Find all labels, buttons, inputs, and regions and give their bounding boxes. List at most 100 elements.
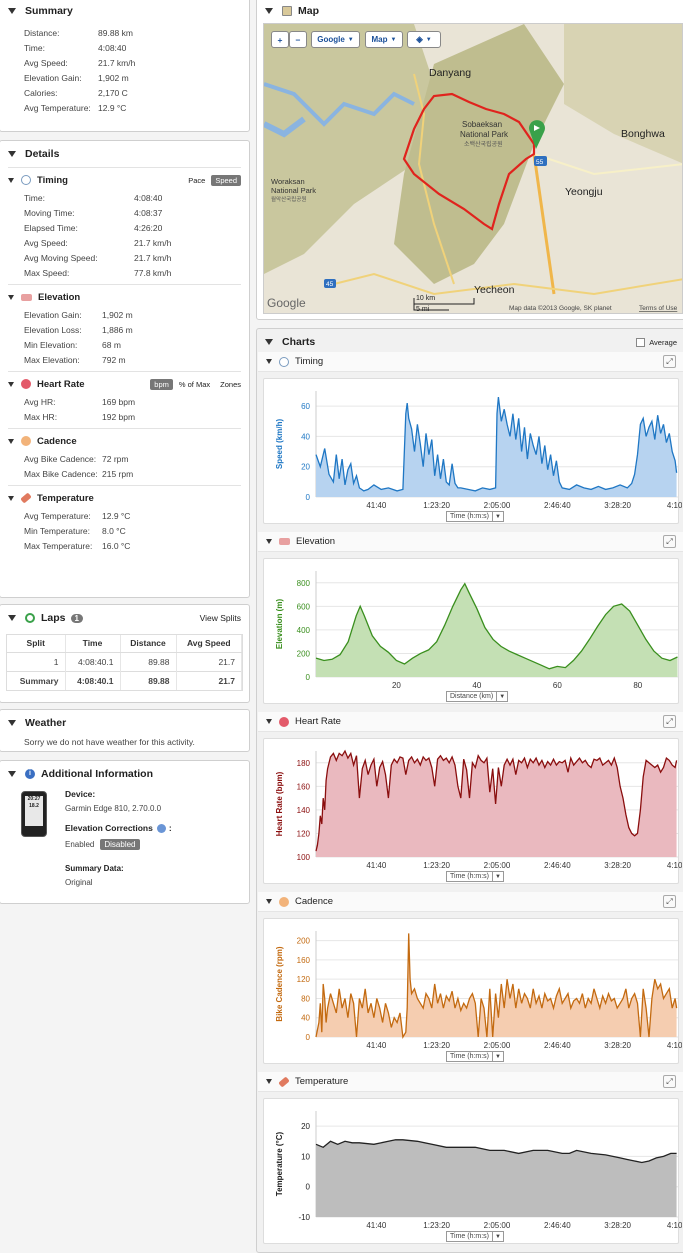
elevation-section-header[interactable]: Elevation <box>0 288 249 306</box>
y-tick-label: 200 <box>297 937 311 946</box>
stat-row: Avg Speed: 21.7 km/h <box>0 236 249 251</box>
disabled-toggle[interactable]: Disabled <box>100 839 140 850</box>
collapse-triangle-icon <box>8 438 14 444</box>
summary-header[interactable]: Summary <box>0 1 249 21</box>
y-axis-label: Elevation (m) <box>275 599 284 650</box>
table-row[interactable]: 1 4:08:40.1 89.88 21.7 <box>7 652 242 671</box>
help-icon[interactable] <box>156 823 166 833</box>
pace-toggle[interactable]: Pace <box>188 176 205 185</box>
stat-value: 72 rpm <box>102 454 129 464</box>
col-split[interactable]: Split <box>7 635 66 653</box>
x-axis-selector[interactable]: Time (h:m:s) ▼ <box>446 511 505 522</box>
chart-header[interactable]: Elevation ⤢ <box>258 532 683 552</box>
provider-select[interactable]: Google ▼ <box>311 31 360 48</box>
series-line <box>315 397 678 492</box>
zones-toggle[interactable]: Zones <box>220 380 241 389</box>
stat-value: 1,902 m <box>98 73 129 83</box>
info-icon: i <box>25 769 35 779</box>
charts-header[interactable]: Charts Average <box>257 332 683 352</box>
x-axis-selector[interactable]: Time (h:m:s) ▼ <box>446 1051 505 1062</box>
heartrate-section-header[interactable]: Heart Rate bpm % of Max Zones <box>0 375 249 393</box>
x-axis-selector[interactable]: Time (h:m:s) ▼ <box>446 871 505 882</box>
additional-info-header[interactable]: i Additional Information <box>0 764 249 784</box>
expand-icon[interactable]: ⤢ <box>663 895 676 908</box>
chevron-down-icon: ▼ <box>492 1052 503 1061</box>
map-type-label: Map <box>371 35 388 44</box>
expand-icon[interactable]: ⤢ <box>663 715 676 728</box>
x-axis-selector-label: Time (h:m:s) <box>450 1053 490 1060</box>
y-tick-label: 0 <box>306 493 311 502</box>
temperature-section-header[interactable]: Temperature <box>0 489 249 507</box>
cadence-section-header[interactable]: Cadence <box>0 432 249 450</box>
stat-value: 21.7 km/h <box>134 253 172 263</box>
y-tick-label: 60 <box>301 402 310 411</box>
expand-icon[interactable]: ⤢ <box>663 355 676 368</box>
map-label: 소백산국립공원 <box>464 140 503 148</box>
bpm-toggle[interactable]: bpm <box>150 378 173 390</box>
chart-header[interactable]: Heart Rate ⤢ <box>258 712 683 732</box>
expand-icon[interactable]: ⤢ <box>663 535 676 548</box>
x-tick-label: 41:40 <box>366 1041 387 1050</box>
elevation-icon <box>279 538 290 545</box>
x-tick-label: 3:28:20 <box>604 1041 631 1050</box>
x-tick-label: 2:05:00 <box>484 1221 511 1230</box>
average-checkbox[interactable]: Average <box>636 337 677 347</box>
chevron-down-icon: ▼ <box>492 512 503 521</box>
map-view[interactable]: Danyang Sobaeksan National Park 소백산국립공원 … <box>263 23 683 314</box>
col-distance[interactable]: Distance <box>120 635 177 653</box>
layers-button[interactable]: ◈ ▼ <box>407 31 441 48</box>
x-tick-label: 3:28:20 <box>604 861 631 870</box>
chart-header[interactable]: Temperature ⤢ <box>258 1072 683 1092</box>
road <box>533 153 682 176</box>
stat-row: Elevation Loss: 1,886 m <box>0 323 249 338</box>
chart-title: Heart Rate <box>295 716 341 727</box>
x-axis-selector[interactable]: Time (h:m:s) ▼ <box>446 1231 505 1242</box>
collapse-triangle-icon <box>8 177 14 183</box>
stat-label: Min Temperature: <box>24 526 90 536</box>
chart-header[interactable]: Timing ⤢ <box>258 352 683 372</box>
stat-row: Distance: 89.88 km <box>0 26 249 41</box>
chart-box: -10 0 10 20 41:40 1:23:20 2:05:00 2:46:40 3:28:2… <box>263 1098 683 1244</box>
terms-link[interactable]: Terms of Use <box>639 305 678 312</box>
zoom-in-button[interactable]: + <box>271 31 289 48</box>
col-avg-speed[interactable]: Avg Speed <box>176 635 242 653</box>
stat-row: Avg HR: 169 bpm <box>0 395 249 410</box>
chart-box: 0 40 80 120 160 200 41:40 1:23:20 2:05:00 2:46:40… <box>263 918 683 1064</box>
collapse-triangle-icon <box>266 899 272 904</box>
stat-label: Avg Moving Speed: <box>24 253 98 263</box>
stat-value: 1,902 m <box>102 310 133 320</box>
weather-header[interactable]: Weather <box>0 713 249 733</box>
divider <box>8 167 241 168</box>
laps-header[interactable]: Laps 1 View Splits <box>0 608 249 628</box>
map-header[interactable]: Map <box>257 1 683 21</box>
stat-value: 2,170 C <box>98 88 128 98</box>
stat-row: Max HR: 192 bpm <box>0 410 249 425</box>
details-header[interactable]: Details <box>0 144 249 164</box>
x-axis-selector[interactable]: Distance (km) ▼ <box>446 691 509 702</box>
map-type-select[interactable]: Map ▼ <box>365 31 403 48</box>
stat-row: Avg Moving Speed: 21.7 km/h <box>0 251 249 266</box>
view-splits-link[interactable]: View Splits <box>200 613 241 623</box>
stat-row: Min Elevation: 68 m <box>0 338 249 353</box>
timing-section-header[interactable]: Timing Pace Speed <box>0 171 249 189</box>
y-tick-label: 0 <box>306 673 311 682</box>
speed-toggle[interactable]: Speed <box>211 174 241 186</box>
enabled-toggle[interactable]: Enabled <box>65 840 94 849</box>
provider-label: Google <box>317 35 345 44</box>
chart-block: Elevation ⤢ 0 200 400 600 800 20 40 60 80 Elevation… <box>258 532 683 712</box>
percent-max-toggle[interactable]: % of Max <box>179 380 210 389</box>
stat-label: Elevation Gain: <box>24 310 82 320</box>
chart-title: Temperature <box>295 1076 349 1087</box>
x-tick-label: 1:23:20 <box>423 1221 450 1230</box>
laps-title: Laps <box>41 612 66 624</box>
stat-label: Avg Speed: <box>24 238 68 248</box>
cadence-title: Cadence <box>37 435 77 447</box>
chart-header[interactable]: Cadence ⤢ <box>258 892 683 912</box>
stat-row: Avg Bike Cadence: 72 rpm <box>0 452 249 467</box>
expand-icon[interactable]: ⤢ <box>663 1075 676 1088</box>
collapse-triangle-icon <box>8 381 14 387</box>
chevron-down-icon: ▼ <box>492 1232 503 1241</box>
chart-svg: 0 20 40 60 41:40 1:23:20 2:05:00 2:46:40 3:28:20… <box>275 391 683 510</box>
zoom-out-button[interactable]: − <box>289 31 307 48</box>
col-time[interactable]: Time <box>65 635 121 653</box>
